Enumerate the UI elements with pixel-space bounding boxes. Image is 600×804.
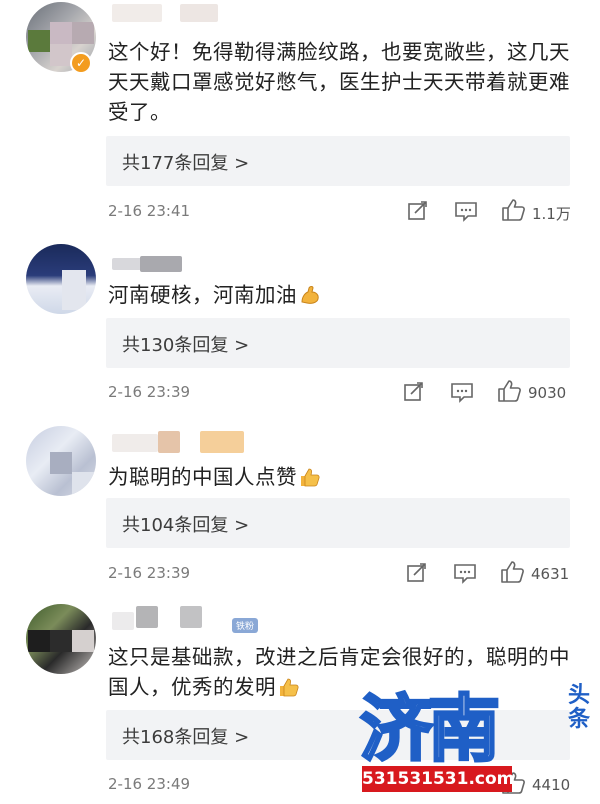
fan-badge: 铁粉 [232, 618, 259, 633]
like-count: 9030 [528, 384, 567, 402]
username[interactable] [200, 431, 244, 453]
comment-time: 2-16 23:41 [108, 202, 191, 220]
username[interactable] [112, 612, 134, 630]
watermark-title: 济南 [358, 685, 501, 773]
like-count: 1.1万 [532, 205, 571, 223]
flexed-biceps-icon [299, 284, 321, 306]
avatar[interactable] [26, 244, 96, 314]
comment-icon[interactable] [453, 199, 479, 223]
replies-link[interactable]: 共177条回复 > [106, 136, 570, 186]
repost-icon[interactable] [402, 380, 426, 404]
comment-icon[interactable] [449, 380, 475, 404]
thumbs-up-icon [299, 466, 321, 488]
username[interactable] [180, 606, 202, 628]
repost-icon[interactable] [406, 199, 430, 223]
replies-link[interactable]: 共104条回复 > [106, 498, 570, 548]
replies-count: 共177条回复 > [122, 153, 250, 174]
comment-time: 2-16 23:49 [108, 775, 191, 793]
like-icon[interactable] [496, 378, 522, 402]
verified-badge-icon: ✓ [70, 52, 92, 74]
comment-time: 2-16 23:39 [108, 383, 191, 401]
replies-count: 共168条回复 > [122, 727, 250, 748]
username[interactable] [158, 431, 180, 453]
replies-link[interactable]: 共130条回复 > [106, 318, 570, 368]
watermark-url: 531531531.com [362, 766, 514, 792]
like-count: 4631 [531, 565, 570, 583]
watermark-side-text: 头条 [568, 683, 591, 732]
avatar[interactable] [26, 426, 96, 496]
like-icon[interactable] [500, 197, 526, 221]
replies-count: 共104条回复 > [122, 515, 250, 536]
comment-text: 河南硬核，河南加油 [108, 280, 578, 310]
username[interactable] [136, 606, 158, 628]
like-icon[interactable] [499, 559, 525, 583]
thumbs-up-icon [278, 676, 300, 698]
replies-count: 共130条回复 > [122, 335, 250, 356]
comment-icon[interactable] [452, 561, 478, 585]
username[interactable] [140, 256, 182, 272]
username[interactable] [180, 4, 218, 22]
watermark-logo: 济南 头条 531531531.com [358, 676, 600, 804]
comment-time: 2-16 23:39 [108, 564, 191, 582]
username[interactable] [112, 258, 142, 270]
avatar[interactable] [26, 604, 96, 674]
username[interactable] [112, 434, 158, 452]
repost-icon[interactable] [405, 561, 429, 585]
comment-text: 这个好！免得勒得满脸纹路，也要宽敞些，这几天天天戴口罩感觉好憋气，医生护士天天带… [108, 40, 570, 124]
comment-text: 为聪明的中国人点赞 [108, 462, 578, 492]
username[interactable] [112, 4, 162, 22]
